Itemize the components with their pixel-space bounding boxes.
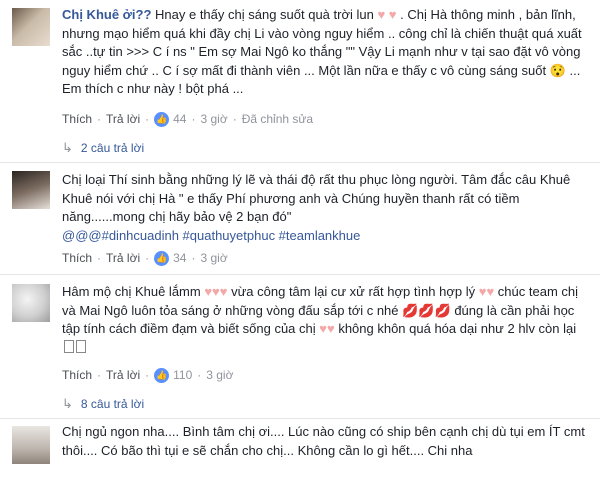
- divider: [0, 162, 600, 163]
- divider: [0, 418, 600, 419]
- divider: [0, 274, 600, 275]
- edited-label[interactable]: Đã chỉnh sửa: [242, 112, 313, 126]
- separator-dot: ·: [191, 251, 196, 265]
- like-thumb-icon: 👍: [154, 367, 170, 383]
- avatar[interactable]: [12, 8, 50, 46]
- comment-actions: Thích · Trả lời · 👍 110 · 3 giờ: [62, 366, 233, 384]
- separator-dot: ·: [145, 112, 150, 126]
- reply-link[interactable]: Trả lời: [106, 368, 140, 382]
- like-link[interactable]: Thích: [62, 251, 92, 265]
- comment-text: Chị Khuê ởi?? Hnay e thấy chị sáng suốt …: [62, 6, 592, 99]
- separator-dot: ·: [191, 112, 196, 126]
- replies-count-link[interactable]: 8 câu trả lời: [81, 397, 144, 411]
- reply-link[interactable]: Trả lời: [106, 112, 140, 126]
- view-replies[interactable]: ↳ 2 câu trả lời: [62, 139, 144, 157]
- separator-dot: ·: [97, 368, 102, 382]
- timestamp[interactable]: 3 giờ: [206, 368, 233, 382]
- heart-emoji-icon: ♥♥♥: [204, 284, 228, 299]
- comment-lead: Chị loại: [62, 172, 106, 187]
- heart-emoji-icon: ♥♥: [478, 284, 495, 299]
- reaction-count[interactable]: 44: [173, 112, 186, 126]
- comment-text: Chị ngủ ngon nha.... Bình tâm chị ơi....…: [62, 424, 585, 458]
- comment-text-segment: Hnay e thấy chị sáng suốt quà trời lun: [151, 7, 378, 22]
- separator-dot: ·: [97, 251, 102, 265]
- separator-dot: ·: [197, 368, 202, 382]
- reply-link[interactable]: Trả lời: [106, 251, 140, 265]
- like-link[interactable]: Thích: [62, 368, 92, 382]
- separator-dot: ·: [232, 112, 237, 126]
- missing-glyph-icon: [64, 339, 74, 353]
- reaction-count[interactable]: 110: [173, 368, 192, 382]
- comment-text-segment: vừa công tâm lại cư xử rất hợp tình hợp …: [227, 284, 479, 299]
- timestamp[interactable]: 3 giờ: [200, 112, 227, 126]
- view-replies[interactable]: ↳ 8 câu trả lời: [62, 395, 144, 413]
- comment-text: Hâm mộ chị Khuê lắmm ♥♥♥ vừa công tâm lạ…: [62, 283, 582, 357]
- lips-emoji-icon: 💋💋💋: [402, 302, 451, 318]
- heart-emoji-icon: ♥♥: [319, 321, 335, 336]
- comment-author[interactable]: Chị Khuê ởi??: [62, 7, 151, 22]
- avatar[interactable]: [12, 171, 50, 209]
- like-thumb-icon: 👍: [154, 111, 170, 127]
- timestamp[interactable]: 3 giờ: [200, 251, 227, 265]
- comment-actions: Thích · Trả lời · 👍 44 · 3 giờ · Đã chỉn…: [62, 110, 313, 128]
- separator-dot: ·: [145, 251, 150, 265]
- separator-dot: ·: [97, 112, 102, 126]
- comment-text: Chị loại Thí sinh bằng những lý lẽ và th…: [62, 171, 592, 245]
- replies-count-link[interactable]: 2 câu trả lời: [81, 141, 144, 155]
- hashtags[interactable]: @@@#dinhcuadinh #quathuyetphuc #teamlank…: [62, 228, 360, 243]
- like-link[interactable]: Thích: [62, 112, 92, 126]
- avatar[interactable]: [12, 284, 50, 322]
- comment-text-segment: Hâm mộ chị Khuê lắmm: [62, 284, 205, 299]
- heart-emoji-icon: ♥ ♥: [377, 7, 397, 22]
- like-thumb-icon: 👍: [154, 250, 170, 266]
- avatar[interactable]: [12, 426, 50, 464]
- comment-text-segment: không khôn quá hóa dại như 2 hlv còn lại: [334, 321, 577, 336]
- separator-dot: ·: [145, 368, 150, 382]
- reply-arrow-icon: ↳: [62, 396, 73, 411]
- comment-actions: Thích · Trả lời · 👍 34 · 3 giờ: [62, 249, 228, 267]
- comment-body: Thí sinh bằng những lý lẽ và thái độ rất…: [62, 172, 571, 224]
- missing-glyph-icon: [76, 339, 86, 353]
- reaction-count[interactable]: 34: [173, 251, 186, 265]
- reply-arrow-icon: ↳: [62, 140, 73, 155]
- comment-thread: Chị Khuê ởi?? Hnay e thấy chị sáng suốt …: [0, 0, 600, 500]
